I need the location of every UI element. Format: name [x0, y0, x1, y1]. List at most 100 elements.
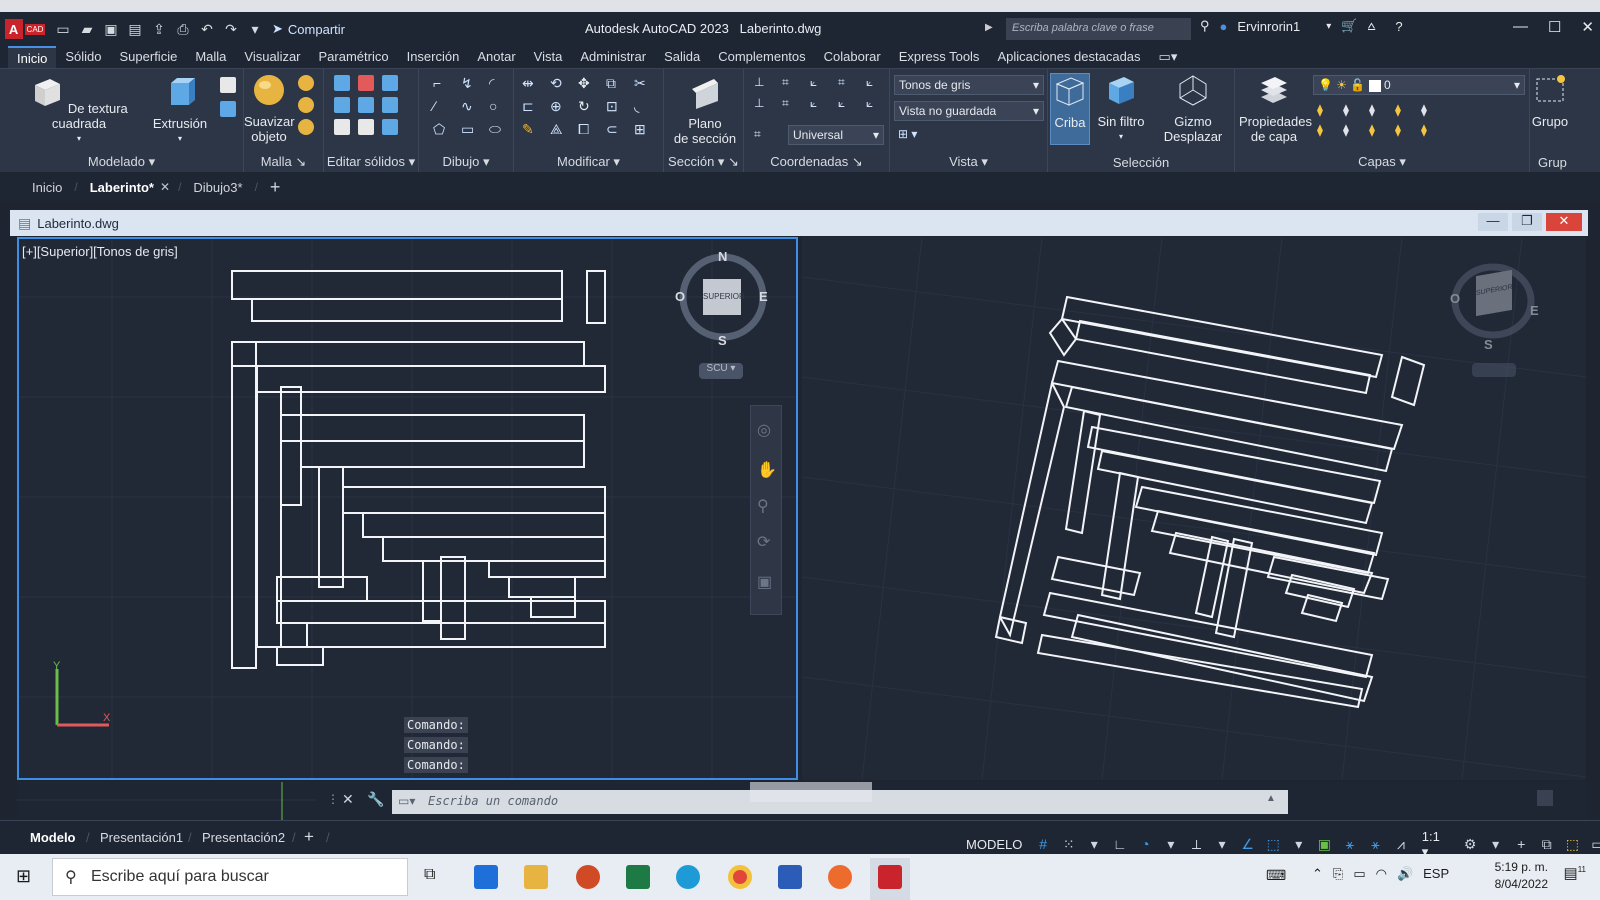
named-view-dropdown[interactable]: Vista no guardada ▾ [894, 101, 1044, 121]
separate-icon[interactable] [382, 119, 398, 135]
viewcube-face[interactable]: SUPERIOR [703, 279, 745, 315]
union-icon[interactable] [334, 75, 350, 91]
panel-title-seccion[interactable]: Sección ▾ ↘ [664, 154, 743, 170]
customize-qat-icon[interactable]: ▾ [246, 21, 264, 38]
powerpoint-icon[interactable] [576, 865, 600, 889]
thicken-icon[interactable] [358, 119, 374, 135]
layer-previous-icon[interactable]: ⧫ [1343, 103, 1363, 117]
scale3d-icon[interactable]: ⟁ [550, 121, 572, 138]
panel-title-capas[interactable]: Capas ▾ [1235, 154, 1529, 170]
array3d-icon[interactable]: ⊕ [550, 98, 572, 115]
customize-command-icon[interactable]: 🔧 [367, 791, 384, 808]
ortho-icon[interactable]: ∟ [1111, 836, 1129, 854]
compass-south[interactable]: S [718, 333, 727, 348]
units-icon[interactable]: ⧉ [1538, 836, 1556, 854]
viewcube-top[interactable]: SUPERIOR N S E O SCU ▾ [675, 249, 771, 379]
new-icon[interactable]: ▭ [54, 21, 72, 38]
ribbon-tab-6[interactable]: Inserción [398, 46, 469, 68]
ribbon-tab-overflow-icon[interactable]: ▭▾ [1150, 46, 1187, 68]
search-expand-icon[interactable]: ▶ [985, 22, 993, 33]
trim-icon[interactable]: ✂ [634, 75, 656, 92]
erase-icon[interactable]: ✎ [522, 121, 544, 138]
ribbon-tab-13[interactable]: Express Tools [890, 46, 989, 68]
task-view-icon[interactable]: ⧉ [424, 866, 435, 884]
fillet-edge-icon[interactable] [334, 97, 350, 113]
add-layout-icon[interactable]: + [304, 827, 314, 847]
ucs-view-icon[interactable]: ⊥ [754, 96, 776, 111]
panel-title-modificar[interactable]: Modificar ▾ [514, 154, 663, 170]
word-icon[interactable] [778, 865, 802, 889]
spline-icon[interactable]: ∿ [461, 98, 483, 115]
viewport-config-icon[interactable]: ⊞ ▾ [898, 127, 917, 141]
panel-title-seleccion[interactable]: Selección [1048, 155, 1234, 170]
close-icon[interactable]: ✕ [1581, 18, 1594, 36]
box-button[interactable]: De textura cuadrada ▾ [14, 75, 144, 146]
layer-properties-button[interactable]: Propiedades de capa [1239, 73, 1312, 144]
snap-toggle-icon[interactable]: ⁙ [1060, 836, 1078, 854]
clean-screen-icon[interactable]: ▭ [1589, 836, 1600, 854]
viewport-top[interactable]: Y X [+][Superior][Tonos de gris] SUPERIO… [17, 237, 798, 780]
layer-isolate-icon[interactable]: ⧫ [1369, 103, 1389, 117]
layer-match-icon[interactable]: ⧫ [1317, 103, 1337, 117]
mail-app-icon[interactable] [474, 865, 498, 889]
polar-tracking-icon[interactable]: ◔ [1137, 836, 1155, 854]
ucs-menu-button[interactable]: SCU ▾ [699, 363, 743, 379]
compass-east[interactable]: E [759, 289, 768, 304]
ucs-world-icon[interactable]: ⟀ [866, 96, 888, 111]
rotate-icon[interactable]: ↻ [578, 98, 600, 115]
ink-workspace-icon[interactable]: ⌨ [1266, 867, 1286, 884]
fillet-icon[interactable]: ◟ [634, 98, 656, 115]
layer-freeze-icon[interactable]: ⧫ [1421, 103, 1441, 117]
zoom-icon[interactable]: ⚲ [757, 496, 769, 516]
mesh-sphere-icon[interactable] [298, 75, 314, 91]
arc-icon[interactable]: ◜ [489, 75, 511, 92]
move-gizmo-button[interactable]: Gizmo Desplazar [1158, 73, 1228, 144]
file-explorer-icon[interactable] [524, 865, 548, 889]
tray-battery-icon[interactable]: ▭ [1353, 866, 1365, 882]
steering-wheel-icon[interactable]: ◎ [757, 420, 771, 440]
object-snap-tracking-icon[interactable]: ∠ [1239, 836, 1257, 854]
panel-title-editar-solidos[interactable]: Editar sólidos ▾ [324, 154, 418, 170]
tray-expand-icon[interactable]: ⌃ [1312, 866, 1323, 882]
viewcube-3d-face[interactable]: SUPERIOR [1476, 269, 1513, 317]
save-as-icon[interactable]: ▤ [126, 21, 144, 38]
polar-menu-icon[interactable]: ▾ [1162, 836, 1180, 854]
command-grip-icon[interactable]: ⋮ [327, 792, 339, 806]
extrude-button[interactable]: Extrusión ▾ [150, 75, 210, 146]
layer-lock-icon[interactable]: ⧫ [1317, 123, 1337, 137]
panel-title-grupos[interactable]: Grup [1538, 155, 1600, 170]
presspull-icon[interactable] [220, 77, 236, 93]
tray-volume-icon[interactable]: 🔊 [1397, 866, 1413, 882]
stretch-icon[interactable]: ⊡ [606, 98, 628, 115]
search-icon[interactable]: ⚲ [1200, 18, 1210, 34]
model-space-button[interactable]: MODELO [962, 835, 1026, 854]
isodraft-icon[interactable]: ⟂ [1188, 836, 1206, 854]
app-menu-button[interactable]: A CAD [4, 17, 46, 41]
mesh-crease-icon[interactable] [298, 119, 314, 135]
compass-3d-west[interactable]: O [1450, 291, 1460, 306]
user-dropdown-icon[interactable]: ▾ [1326, 21, 1331, 32]
ucs-origin-icon[interactable]: ⌗ [782, 75, 804, 90]
autodesk-a-icon[interactable]: ⩟ [1367, 18, 1375, 34]
rectangle-icon[interactable]: ▭ [461, 121, 483, 138]
panel-title-modelado[interactable]: Modelado ▾ [0, 154, 243, 170]
ucs-object-icon[interactable]: ⌗ [838, 75, 860, 90]
tab-inicio[interactable]: Inicio [20, 180, 74, 195]
showmotion-icon[interactable]: ▣ [757, 572, 772, 592]
tab-presentacion1[interactable]: Presentación1 [100, 830, 183, 845]
maximize-icon[interactable]: ☐ [1548, 18, 1561, 36]
move-draw-icon[interactable]: ↯ [461, 75, 483, 92]
ucs-3point-icon[interactable]: ⟀ [810, 75, 832, 90]
tab-laberinto[interactable]: Laberinto* [78, 180, 166, 195]
notifications-icon[interactable]: ▤11 [1564, 864, 1587, 882]
drawing-minimize-icon[interactable]: — [1478, 213, 1508, 231]
workspace-menu-icon[interactable]: ▾ [1487, 836, 1505, 854]
smooth-object-button[interactable]: Suavizar objeto [244, 73, 295, 144]
ribbon-tab-0[interactable]: Inicio [8, 46, 57, 68]
search-input[interactable]: Escriba palabra clave o frase [1006, 18, 1191, 40]
circle-icon[interactable]: ○ [489, 98, 511, 115]
export-icon[interactable]: ⇪ [150, 21, 168, 38]
ucs-named-icon[interactable]: ⌗ [754, 127, 761, 142]
close-command-icon[interactable]: ✕ [342, 791, 354, 808]
array-icon[interactable]: ⊞ [634, 121, 656, 138]
